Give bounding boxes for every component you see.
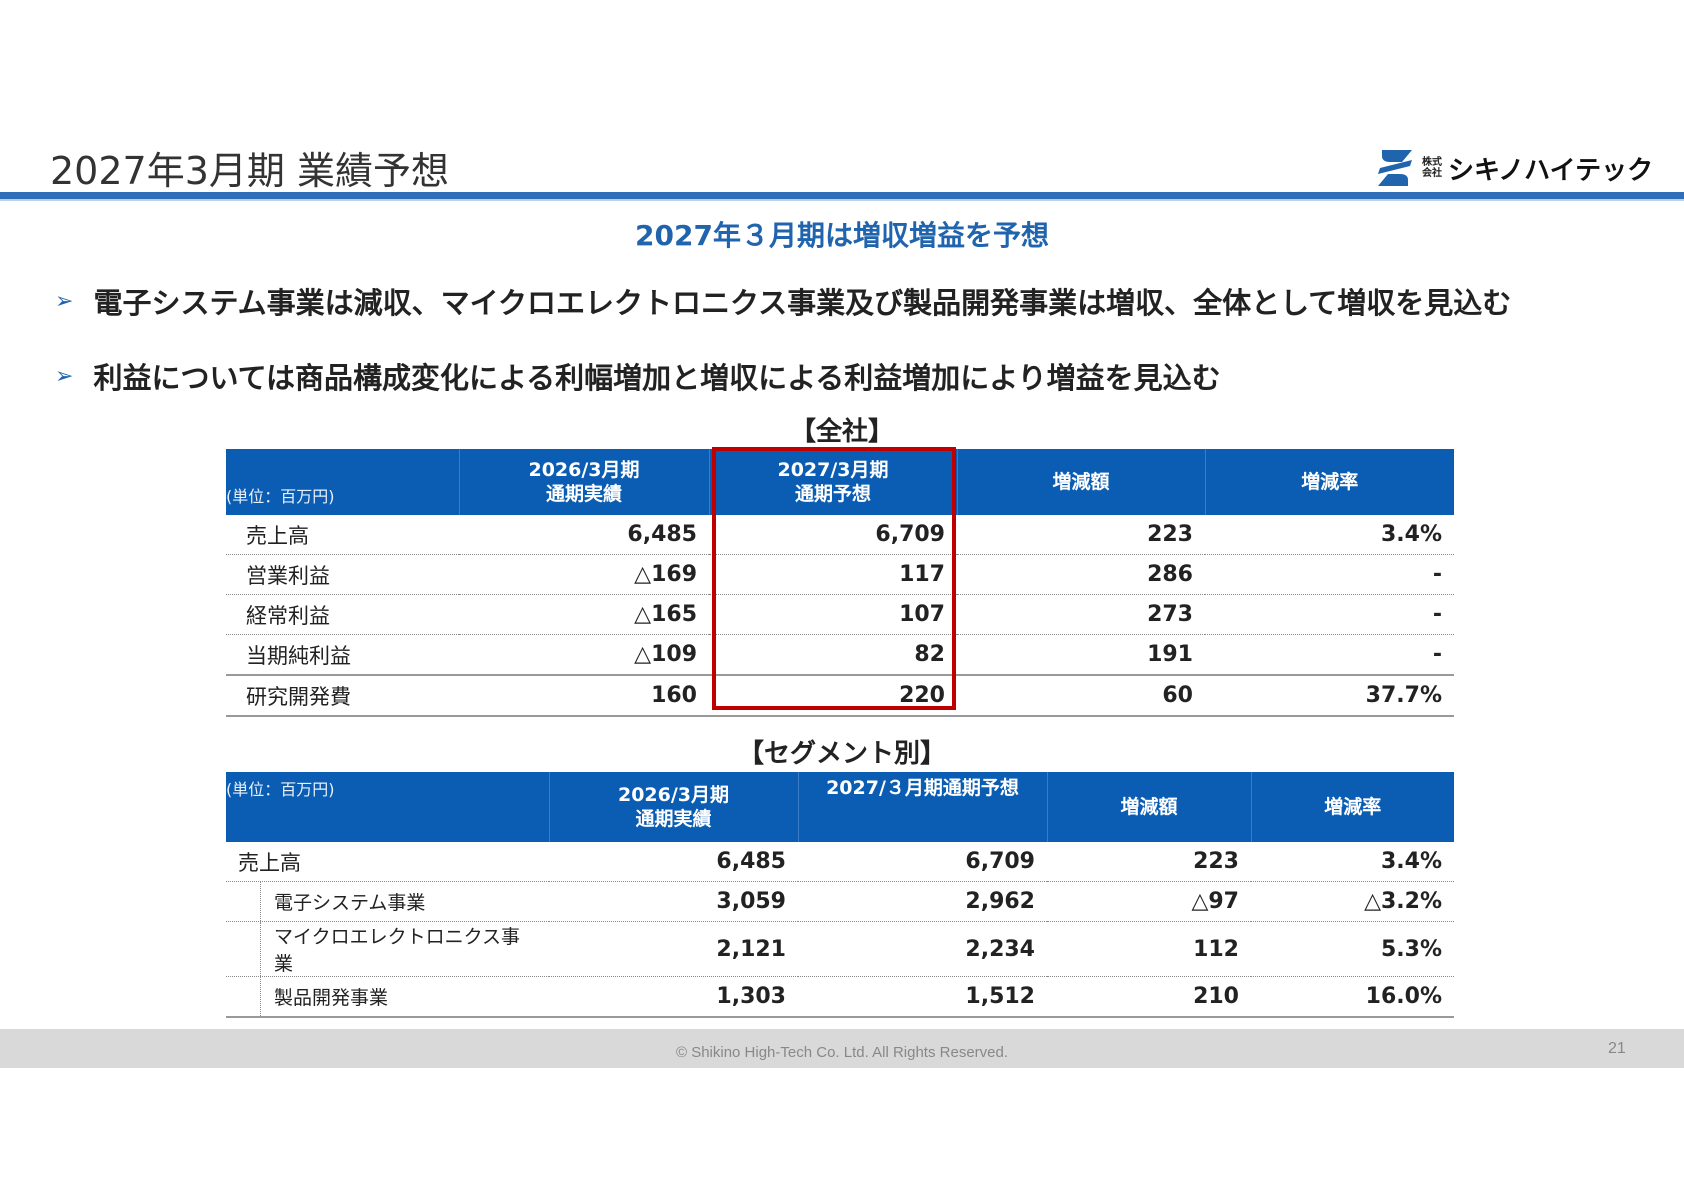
column-header: 増減率 [1204,449,1454,515]
cell-value: △3.2% [1251,881,1454,922]
row-label: 電子システム事業 [226,881,549,922]
cell-value: 6,485 [549,842,798,882]
cell-value: 2,234 [798,921,1047,977]
bullet-text: 電子システム事業は減収、マイクロエレクトロニクス事業及び製品開発事業は増収、全体… [93,286,1512,320]
company-logo: 株式 会社 シキノハイテック [1372,146,1653,190]
cell-value: - [1205,594,1454,635]
table-row: 売上高 6,485 6,709 223 3.4% [226,842,1454,882]
cell-value: 1,303 [549,976,798,1018]
page-title: 2027年3月期 業績予想 [50,149,449,193]
bullet-item: ➢ 利益については商品構成変化による利幅増加と増収による利益増加により増益を見込… [55,355,1221,397]
bullet-item: ➢ 電子システム事業は減収、マイクロエレクトロニクス事業及び製品開発事業は増収、… [55,280,1511,322]
column-header: 増減額 [956,449,1205,515]
unit-label: (単位：百万円) [226,772,549,842]
segment-forecast-table: (単位：百万円) 2026/3月期 通期実績 2027/３月期通期予想 増減額 増… [226,772,1454,1018]
copyright-text: © Shikino High-Tech Co. Ltd. All Rights … [675,1044,1009,1061]
cell-value: 210 [1047,976,1251,1018]
arrow-bullet-icon: ➢ [55,288,74,314]
cell-value: △165 [459,594,709,635]
segment-table-label: 【セグメント別】 [737,739,946,769]
column-header: 増減額 [1046,772,1251,842]
title-rule [0,192,1684,199]
row-label: 売上高 [226,842,549,882]
logo-mark-icon [1378,150,1412,186]
column-header: 2026/3月期 通期実績 [548,772,798,842]
cell-value: 3.4% [1205,515,1454,555]
row-label: マイクロエレクトロニクス事業 [226,921,549,977]
cell-value: 1,512 [798,976,1047,1018]
cell-value: 37.7% [1205,674,1454,717]
column-header: 2026/3月期 通期実績 [458,449,709,515]
table-row: 電子システム事業 3,059 2,962 △97 △3.2% [226,881,1454,922]
cell-value: 112 [1047,921,1251,977]
arrow-bullet-icon: ➢ [55,363,74,389]
cell-value: 273 [957,594,1205,635]
table-row: 製品開発事業 1,303 1,512 210 16.0% [226,976,1454,1018]
row-label: 営業利益 [226,554,459,595]
cell-value: 3,059 [549,881,798,922]
cell-value: 6,485 [459,515,709,555]
column-header: 2027/３月期通期予想 [797,772,1047,842]
cell-value: 223 [957,515,1205,555]
table-header-row: (単位：百万円) 2026/3月期 通期実績 2027/３月期通期予想 増減額 増… [226,772,1454,842]
logo-prefix: 株式 会社 [1422,157,1442,179]
cell-value: - [1205,634,1454,676]
title-rule-light [0,199,1684,201]
cell-value: 60 [957,674,1205,717]
cell-value: 5.3% [1251,921,1454,977]
row-label: 製品開発事業 [226,976,549,1018]
bullet-text: 利益については商品構成変化による利幅増加と増収による利益増加により増益を見込む [93,361,1221,395]
cell-value: 160 [459,674,709,717]
cell-value: 286 [957,554,1205,595]
cell-value: 2,962 [798,881,1047,922]
cell-value: 3.4% [1251,842,1454,882]
slide-subtitle: 2027年３月期は増収増益を予想 [635,219,1049,252]
row-label: 研究開発費 [226,674,459,717]
cell-value: 2,121 [549,921,798,977]
column-header: 増減率 [1250,772,1454,842]
cell-value: 16.0% [1251,976,1454,1018]
page-number: 21 [1608,1040,1626,1057]
cell-value: △97 [1047,881,1251,922]
logo-text: シキノハイテック [1448,155,1654,186]
cell-value: 6,709 [798,842,1047,882]
forecast-highlight-box [712,447,956,710]
table-row: マイクロエレクトロニクス事業 2,121 2,234 112 5.3% [226,921,1454,977]
cell-value: 223 [1047,842,1251,882]
unit-label: (単位：百万円) [226,449,459,515]
row-label: 当期純利益 [226,634,459,676]
cell-value: △109 [459,634,709,676]
company-table-label: 【全社】 [789,417,894,447]
cell-value: - [1205,554,1454,595]
row-label: 売上高 [226,515,459,555]
cell-value: 191 [957,634,1205,676]
cell-value: △169 [459,554,709,595]
row-label: 経常利益 [226,594,459,635]
